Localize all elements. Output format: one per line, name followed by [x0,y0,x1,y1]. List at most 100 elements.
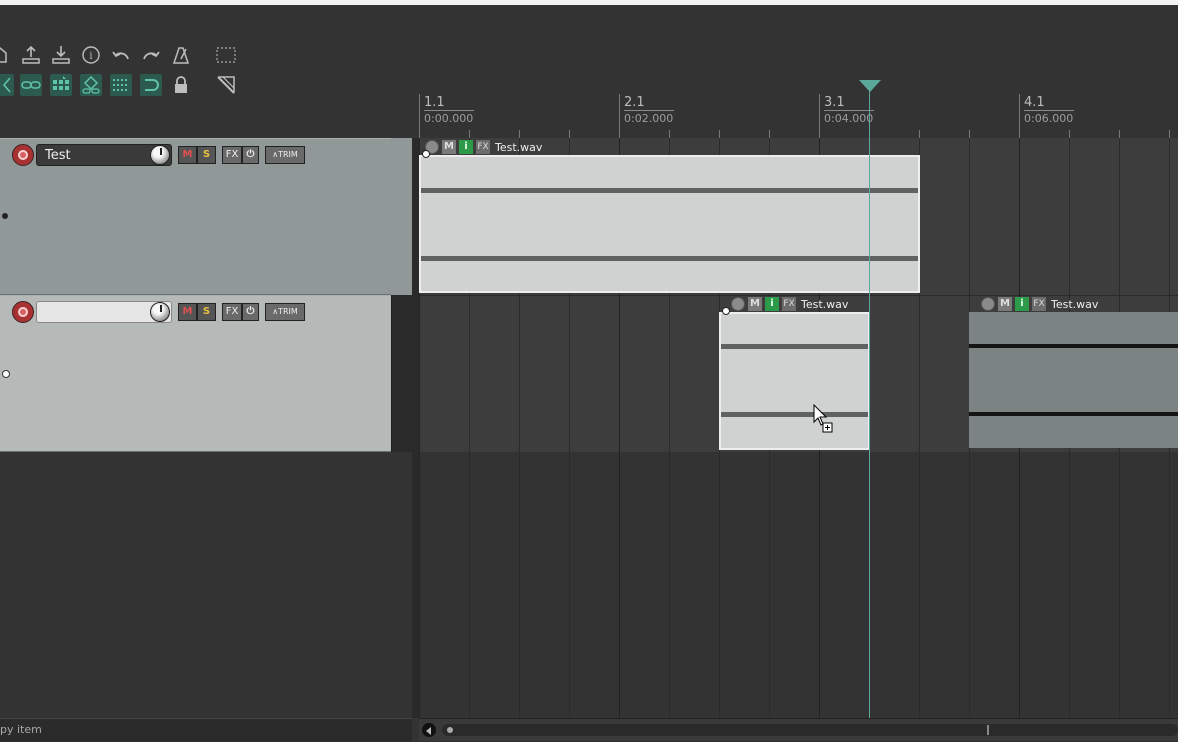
trim-envelope-button[interactable]: ∧TRIM [265,146,305,164]
folder-indicator-icon [2,213,8,219]
ruler-tick [669,130,670,138]
status-text: py item [0,723,42,736]
link-icon[interactable] [20,74,42,96]
render-upload-icon[interactable] [20,44,42,66]
solo-button[interactable]: S [197,303,216,321]
volume-knob[interactable] [150,302,170,322]
ripple-icon[interactable] [0,74,14,96]
ruler-tick [1169,130,1170,138]
item-fade-handle-icon[interactable] [722,307,730,315]
ruler-measure: 3.1 [824,95,845,110]
ruler-tick [919,130,920,138]
folder-indicator-icon [2,370,10,378]
mute-button[interactable]: M [178,146,197,164]
ruler-measure: 2.1 [624,95,645,110]
info-icon[interactable]: i [80,44,102,66]
download-icon[interactable] [50,44,72,66]
ruler-underline [824,110,874,111]
item-header[interactable]: M i FX Test.wav [981,296,1098,312]
fx-button[interactable]: FX [222,303,242,321]
item-fx-button[interactable]: FX [782,297,796,311]
waveform-line [421,188,918,193]
fx-button[interactable]: FX [222,146,242,164]
ruler-tick [419,94,420,138]
ruler-tick [1119,130,1120,138]
ruler-tick [1069,130,1070,138]
ruler-tick [769,130,770,138]
track-panel-2[interactable]: M S FX ⏻ ∧TRIM [0,295,391,452]
redo-icon[interactable] [140,44,162,66]
fx-bypass-icon[interactable]: ⏻ [242,146,259,164]
playhead-cursor[interactable] [869,86,870,718]
item-mute-button[interactable]: M [748,297,762,311]
scroll-left-icon[interactable] [422,723,436,737]
snap-grid-icon[interactable] [50,74,72,96]
envelope-icon[interactable] [215,74,237,96]
record-arm-button[interactable] [12,301,34,323]
ruler-tick [719,130,720,138]
track-1-meter [391,138,412,295]
tcp-divider[interactable] [412,138,419,718]
item-fade-handle-icon[interactable] [422,150,430,158]
ruler-tick [619,94,620,138]
ruler-tick [569,130,570,138]
ruler-tick [1019,94,1020,138]
item-name: Test.wav [801,297,849,311]
marquee-icon[interactable] [215,44,237,66]
item-mute-button[interactable]: M [442,140,456,154]
horizontal-scrollbar[interactable] [419,718,1178,741]
item-info-button[interactable]: i [1015,297,1029,311]
ruler-measure: 1.1 [424,95,445,110]
item-timebase-icon[interactable] [981,297,995,311]
ruler-tick [969,130,970,138]
record-arm-button[interactable] [12,144,34,166]
trim-envelope-button[interactable]: ∧TRIM [265,303,305,321]
item-header[interactable]: M i FX Test.wav [425,139,542,155]
ruler-underline [424,110,474,111]
ruler-tick [819,94,820,138]
item-info-button[interactable]: i [765,297,779,311]
window-top-strip [0,0,1178,5]
track-2-meter [391,295,412,452]
volume-knob[interactable] [150,145,170,165]
media-item[interactable] [719,312,870,450]
ruler-underline [1024,110,1074,111]
media-item[interactable] [419,155,920,293]
arrange-view[interactable]: M i FX Test.wav M i FX Test.wav M i FX T… [419,138,1178,718]
item-fx-button[interactable]: FX [1032,297,1046,311]
undo-icon[interactable] [110,44,132,66]
ruler-time: 0:04.000 [824,112,874,125]
home-icon[interactable] [0,44,14,66]
item-timebase-icon[interactable] [731,297,745,311]
scroll-thumb-grip-icon [447,727,453,733]
ruler-time: 0:02.000 [624,112,674,125]
grid-icon[interactable] [110,74,132,96]
track-panel-1[interactable]: Test M S FX ⏻ ∧TRIM [0,138,391,295]
empty-lane [419,452,1178,718]
status-bar: py item [0,718,412,741]
item-name: Test.wav [495,140,543,154]
scroll-position-marker [987,725,989,735]
mute-button[interactable]: M [178,303,197,321]
timeline-ruler[interactable]: 1.1 0:00.000 2.1 0:02.000 3.1 0:04.000 4… [419,92,1178,138]
metronome-icon[interactable] [170,44,192,66]
playhead-marker-icon[interactable] [859,77,881,92]
media-item[interactable] [969,312,1178,448]
item-mute-button[interactable]: M [998,297,1012,311]
trim-label: TRIM [278,307,298,316]
solo-button[interactable]: S [197,146,216,164]
item-header[interactable]: M i FX Test.wav [731,296,848,312]
lock-icon[interactable] [170,74,192,96]
loop-icon[interactable] [140,74,162,96]
waveform-line [721,412,868,417]
waveform-line [721,344,868,349]
item-fx-button[interactable]: FX [476,140,490,154]
group-icon[interactable] [80,74,102,96]
ruler-time: 0:00.000 [424,112,474,125]
item-info-button[interactable]: i [459,140,473,154]
ruler-time: 0:06.000 [1024,112,1074,125]
fx-bypass-icon[interactable]: ⏻ [242,303,259,321]
scroll-thumb[interactable] [442,724,1178,736]
svg-text:i: i [89,51,92,62]
ruler-tick [469,130,470,138]
